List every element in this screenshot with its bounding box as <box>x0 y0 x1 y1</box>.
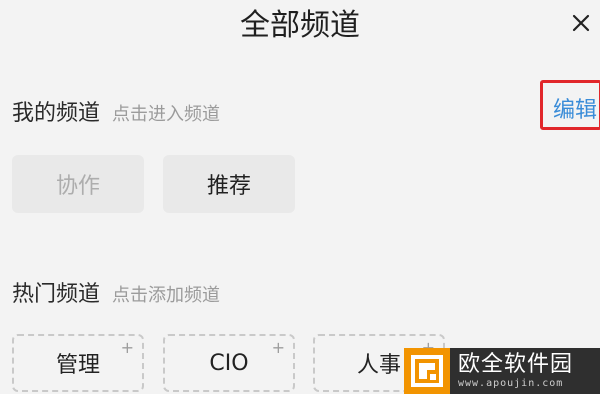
edit-label: 编辑 <box>553 98 598 123</box>
edit-button[interactable]: 编辑 <box>540 80 600 130</box>
my-channel-item-tuijian[interactable]: 推荐 <box>163 155 295 213</box>
my-channels-hint: 点击进入频道 <box>112 104 221 125</box>
close-button[interactable] <box>568 10 594 36</box>
channel-label: 人事 <box>356 353 401 378</box>
watermark-domain: www.apoujin.com <box>458 377 564 389</box>
my-channel-item-xiezuo[interactable]: 协作 <box>12 155 144 213</box>
plus-icon: + <box>120 338 134 357</box>
watermark-logo-icon <box>404 348 450 394</box>
channel-label: CIO <box>209 350 249 376</box>
hot-channel-item-guanli[interactable]: + 管理 <box>12 334 144 392</box>
hot-channels-heading: 热门频道 点击添加频道 <box>12 276 220 308</box>
my-channels-title: 我的频道 <box>12 101 101 126</box>
my-channels-heading: 我的频道 点击进入频道 <box>12 95 220 127</box>
page-title: 全部频道 <box>240 8 360 43</box>
hot-channels-title: 热门频道 <box>12 282 101 307</box>
channel-label: 推荐 <box>206 174 251 199</box>
channel-label: 协作 <box>55 174 100 199</box>
close-icon <box>572 14 590 32</box>
hot-channels-hint: 点击添加频道 <box>112 285 221 306</box>
hot-channel-item-cio[interactable]: + CIO <box>163 334 295 392</box>
plus-icon: + <box>271 338 285 357</box>
site-watermark: 欧全软件园 www.apoujin.com <box>404 348 600 394</box>
watermark-name: 欧全软件园 <box>458 351 574 377</box>
channel-label: 管理 <box>55 353 100 378</box>
